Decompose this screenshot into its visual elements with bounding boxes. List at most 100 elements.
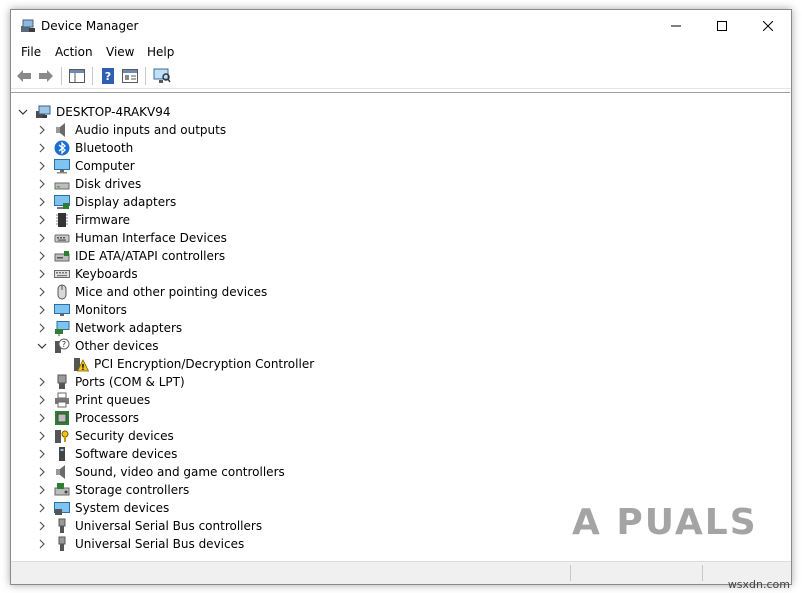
chevron-right-icon[interactable] bbox=[35, 429, 49, 443]
tree-root[interactable]: DESKTOP-4RAKV94 bbox=[11, 103, 790, 121]
tree-item-firmware[interactable]: Firmware bbox=[11, 211, 790, 229]
desktop-computer-icon bbox=[36, 105, 51, 118]
minimize-button[interactable] bbox=[653, 10, 699, 42]
chevron-right-icon[interactable] bbox=[35, 447, 49, 461]
tree-item-security-devices[interactable]: Security devices bbox=[11, 427, 790, 445]
tree-item-monitors[interactable]: Monitors bbox=[11, 301, 790, 319]
tree-item-label: PCI Encryption/Decryption Controller bbox=[94, 357, 315, 371]
menu-action[interactable]: Action bbox=[55, 45, 93, 59]
tree-item-label: Security devices bbox=[75, 429, 174, 443]
tree-item-label: Print queues bbox=[75, 393, 151, 407]
help-button[interactable]: ? bbox=[99, 68, 117, 84]
tree-item-label: Ports (COM & LPT) bbox=[75, 375, 185, 389]
tree-item-label: Audio inputs and outputs bbox=[75, 123, 227, 137]
chevron-down-icon[interactable] bbox=[35, 339, 49, 353]
warning-device-icon: ! bbox=[74, 358, 89, 372]
tree-item-ide[interactable]: IDE ATA/ATAPI controllers bbox=[11, 247, 790, 265]
tree-item-hid[interactable]: Human Interface Devices bbox=[11, 229, 790, 247]
forward-button[interactable] bbox=[37, 68, 55, 84]
properties-button[interactable] bbox=[121, 68, 139, 84]
svg-text:?: ? bbox=[62, 340, 66, 349]
storage-controller-icon bbox=[54, 483, 70, 496]
tree-item-mice[interactable]: Mice and other pointing devices bbox=[11, 283, 790, 301]
console-tree-icon bbox=[69, 69, 85, 83]
disk-drive-icon bbox=[54, 182, 70, 190]
chevron-right-icon[interactable] bbox=[35, 267, 49, 281]
chevron-right-icon[interactable] bbox=[35, 393, 49, 407]
status-bar-divider bbox=[570, 565, 571, 581]
tree-item-label: Other devices bbox=[75, 339, 159, 353]
tree-item-bluetooth[interactable]: Bluetooth bbox=[11, 139, 790, 157]
chevron-right-icon[interactable] bbox=[35, 249, 49, 263]
port-icon bbox=[57, 374, 67, 389]
tree-item-software-devices[interactable]: Software devices bbox=[11, 445, 790, 463]
close-button[interactable] bbox=[745, 10, 791, 42]
tree-item-sound-video[interactable]: Sound, video and game controllers bbox=[11, 463, 790, 481]
tree-item-ports[interactable]: Ports (COM & LPT) bbox=[11, 373, 790, 391]
hid-icon bbox=[54, 234, 70, 243]
chevron-down-icon[interactable] bbox=[16, 105, 30, 119]
tree-item-label: Software devices bbox=[75, 447, 178, 461]
chevron-right-icon[interactable] bbox=[35, 465, 49, 479]
software-device-icon bbox=[59, 447, 65, 461]
chevron-right-icon[interactable] bbox=[35, 501, 49, 515]
chevron-right-icon[interactable] bbox=[35, 321, 49, 335]
tree-item-pci-encryption[interactable]: ! PCI Encryption/Decryption Controller bbox=[11, 355, 790, 373]
scan-hardware-button[interactable] bbox=[153, 68, 171, 84]
chevron-right-icon[interactable] bbox=[35, 303, 49, 317]
site-watermark: wsxdn.com bbox=[727, 578, 790, 591]
chevron-right-icon[interactable] bbox=[35, 159, 49, 173]
tree-item-label: Network adapters bbox=[75, 321, 183, 335]
mouse-icon bbox=[57, 284, 67, 300]
tree-item-processors[interactable]: Processors bbox=[11, 409, 790, 427]
scan-monitor-icon bbox=[153, 68, 171, 83]
tree-item-storage-controllers[interactable]: Storage controllers bbox=[11, 481, 790, 499]
security-device-icon bbox=[55, 430, 69, 443]
chevron-right-icon[interactable] bbox=[35, 213, 49, 227]
menu-help[interactable]: Help bbox=[147, 45, 174, 59]
chevron-right-icon[interactable] bbox=[35, 231, 49, 245]
chevron-right-icon[interactable] bbox=[35, 177, 49, 191]
unknown-device-icon: ? bbox=[55, 338, 70, 353]
chevron-right-icon[interactable] bbox=[35, 195, 49, 209]
tree-item-label: Bluetooth bbox=[75, 141, 134, 155]
display-adapter-icon bbox=[54, 195, 70, 209]
computer-icon bbox=[54, 159, 70, 174]
tree-item-display-adapters[interactable]: Display adapters bbox=[11, 193, 790, 211]
status-bar-divider bbox=[702, 565, 703, 581]
chevron-right-icon[interactable] bbox=[35, 411, 49, 425]
chevron-right-icon[interactable] bbox=[35, 519, 49, 533]
chevron-right-icon[interactable] bbox=[35, 285, 49, 299]
forward-arrow-icon bbox=[39, 70, 53, 82]
tree-item-label: Mice and other pointing devices bbox=[75, 285, 268, 299]
chevron-right-icon[interactable] bbox=[35, 375, 49, 389]
tree-item-network[interactable]: Network adapters bbox=[11, 319, 790, 337]
menu-file[interactable]: File bbox=[21, 45, 41, 59]
chevron-right-icon[interactable] bbox=[35, 141, 49, 155]
tree-item-keyboards[interactable]: Keyboards bbox=[11, 265, 790, 283]
show-hide-console-tree-button[interactable] bbox=[68, 68, 86, 84]
toolbar-separator bbox=[61, 67, 62, 85]
tree-item-label: Firmware bbox=[75, 213, 130, 227]
tree-item-audio[interactable]: Audio inputs and outputs bbox=[11, 121, 790, 139]
minimize-icon bbox=[671, 25, 681, 27]
menu-view[interactable]: View bbox=[106, 45, 134, 59]
tree-item-disk-drives[interactable]: Disk drives bbox=[11, 175, 790, 193]
maximize-icon bbox=[717, 21, 727, 31]
tree-item-label: Human Interface Devices bbox=[75, 231, 227, 245]
tree-item-label: Disk drives bbox=[75, 177, 142, 191]
chevron-right-icon[interactable] bbox=[35, 483, 49, 497]
chevron-right-icon[interactable] bbox=[35, 537, 49, 551]
device-tree[interactable]: DESKTOP-4RAKV94 Audio inputs and outputs… bbox=[11, 92, 790, 551]
maximize-button[interactable] bbox=[699, 10, 745, 42]
tree-item-other-devices[interactable]: ? Other devices bbox=[11, 337, 790, 355]
tree-item-label: Storage controllers bbox=[75, 483, 190, 497]
tree-item-print-queues[interactable]: Print queues bbox=[11, 391, 790, 409]
title-bar[interactable]: Device Manager bbox=[11, 10, 791, 42]
appuals-watermark: A PUALS bbox=[572, 502, 758, 543]
speaker-icon bbox=[56, 123, 65, 137]
monitor-icon bbox=[54, 304, 70, 316]
back-button[interactable] bbox=[15, 68, 33, 84]
chevron-right-icon[interactable] bbox=[35, 123, 49, 137]
tree-item-computer[interactable]: Computer bbox=[11, 157, 790, 175]
